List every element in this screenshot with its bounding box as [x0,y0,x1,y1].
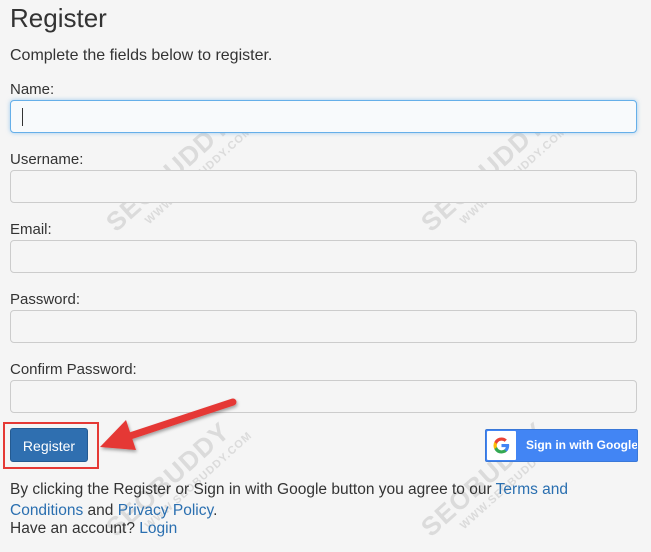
text-cursor [22,108,23,126]
google-icon [487,431,516,460]
username-input[interactable] [10,170,637,203]
password-label: Password: [10,291,81,308]
terms-notice: By clicking the Register or Sign in with… [10,479,630,521]
privacy-link[interactable]: Privacy Policy [118,502,213,519]
google-signin-label: Sign in with Google [526,438,638,452]
register-page: SEOBUDDY WWW.SEOBUDDY.COM SEOBUDDY WWW.S… [0,0,651,544]
confirm-password-label: Confirm Password: [10,361,137,378]
password-input[interactable] [10,310,637,343]
page-subtitle: Complete the fields below to register. [10,47,273,64]
email-input[interactable] [10,240,637,273]
terms-prefix: By clicking the Register or Sign in with… [10,481,496,498]
page-title: Register [10,3,107,33]
confirm-password-input[interactable] [10,380,637,413]
have-account-prefix: Have an account? [10,520,140,537]
register-button[interactable]: Register [10,428,88,462]
terms-suffix: . [213,502,218,519]
have-account-text: Have an account? Login [10,520,177,538]
username-label: Username: [10,151,84,168]
terms-and: and [83,502,118,519]
google-signin-button[interactable]: Sign in with Google [485,429,638,462]
login-link[interactable]: Login [139,520,177,537]
email-label: Email: [10,221,52,238]
name-input[interactable] [10,100,637,133]
name-label: Name: [10,81,55,98]
